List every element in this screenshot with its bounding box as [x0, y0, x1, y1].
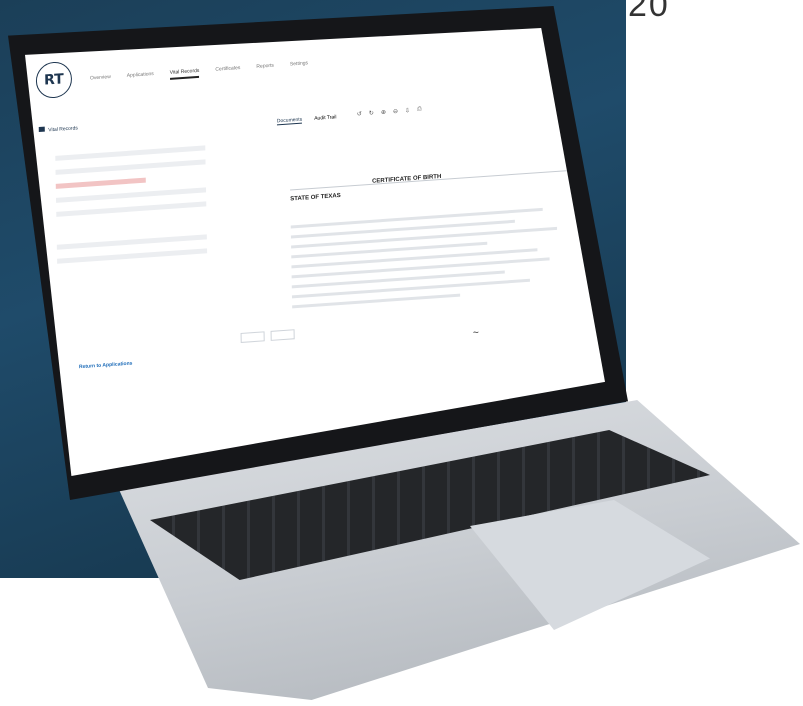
certificate-document: CERTIFICATE OF BIRTH STATE OF TEXAS ~	[290, 169, 574, 381]
download-icon[interactable]: ⇩	[405, 107, 410, 114]
save-button[interactable]	[270, 329, 295, 341]
document-tabs: Documents Audit Trail	[276, 114, 337, 126]
nav-item[interactable]: Settings	[290, 60, 308, 71]
form-panel	[55, 145, 208, 272]
breadcrumb[interactable]: Vital Records	[38, 124, 78, 134]
form-field[interactable]	[56, 234, 207, 250]
nav-item[interactable]: Applications	[127, 71, 154, 83]
corner-number: 20	[628, 0, 670, 24]
nav-item-active[interactable]: Vital Records	[169, 67, 200, 80]
form-field-error[interactable]	[55, 177, 146, 189]
certificate-body	[290, 199, 573, 315]
form-field[interactable]	[57, 248, 208, 264]
zoom-in-icon[interactable]: ⊕	[381, 109, 386, 116]
signature-mark: ~	[472, 327, 479, 339]
print-icon[interactable]: ⎙	[417, 106, 422, 113]
form-field[interactable]	[56, 201, 207, 217]
rotate-left-icon[interactable]: ↺	[357, 110, 362, 117]
zoom-out-icon[interactable]: ⊖	[393, 108, 398, 115]
tab-audit[interactable]: Audit Trail	[314, 114, 336, 123]
nav-item[interactable]: Reports	[256, 63, 274, 74]
top-nav: Overview Applications Vital Records Cert…	[90, 60, 308, 85]
tab-documents[interactable]: Documents	[276, 116, 303, 126]
certificate-title: CERTIFICATE OF BIRTH	[372, 173, 442, 185]
certificate-state: STATE OF TEXAS	[290, 192, 341, 203]
form-field[interactable]	[55, 187, 207, 203]
app-logo[interactable]: RT	[35, 60, 73, 100]
breadcrumb-label[interactable]: Vital Records	[48, 125, 78, 133]
return-link[interactable]: Return to Applications	[79, 361, 133, 371]
nav-item[interactable]: Overview	[90, 74, 111, 85]
nav-item[interactable]: Certificates	[215, 65, 240, 77]
form-field[interactable]	[55, 145, 206, 161]
home-icon[interactable]	[38, 126, 45, 133]
viewer-toolbar: ↺ ↻ ⊕ ⊖ ⇩ ⎙	[357, 106, 422, 118]
form-field[interactable]	[55, 159, 206, 175]
form-buttons	[240, 329, 295, 343]
rotate-right-icon[interactable]: ↻	[369, 110, 374, 117]
cancel-button[interactable]	[240, 331, 265, 343]
